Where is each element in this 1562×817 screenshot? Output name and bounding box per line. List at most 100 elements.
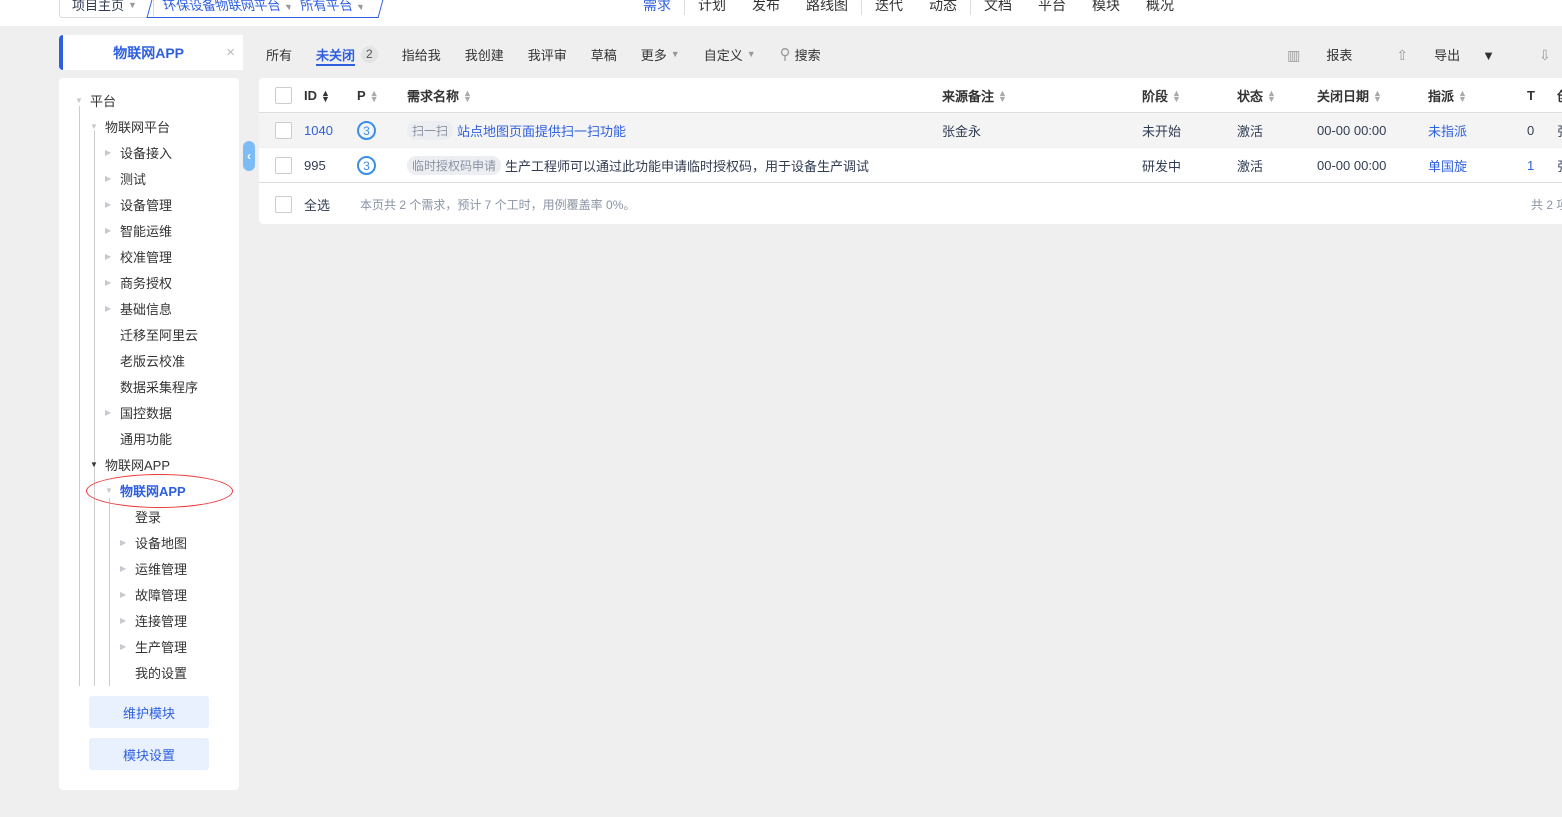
caret-right-icon[interactable]: ▶	[120, 538, 130, 547]
nav-platform[interactable]: 平台	[1025, 0, 1079, 15]
nav-release[interactable]: 发布	[739, 0, 793, 15]
module-tab[interactable]: 物联网APP ×	[59, 35, 243, 70]
tab-review[interactable]: 我评审	[528, 40, 567, 68]
tab-more[interactable]: 更多 ▼	[641, 40, 680, 68]
tree-node[interactable]: ▶ 国控数据	[105, 400, 172, 424]
select-all-checkbox[interactable]	[275, 87, 292, 104]
caret-right-icon[interactable]: ▶	[105, 252, 115, 261]
tree-node[interactable]: ▼ 物联网平台	[90, 114, 170, 138]
tab-draft[interactable]: 草稿	[591, 40, 617, 68]
import-button[interactable]: ⇩导入	[1517, 45, 1562, 64]
report-button[interactable]: ▥ 报表	[1265, 45, 1352, 64]
caret-right-icon[interactable]: ▶	[105, 148, 115, 157]
tab-unclosed[interactable]: 未关闭 2	[316, 40, 378, 68]
nav-overview[interactable]: 概况	[1133, 0, 1187, 15]
tree-node[interactable]: ▶ 生产管理	[120, 634, 187, 658]
tree-node-label: 智能运维	[120, 223, 173, 239]
caret-down-icon[interactable]: ▼	[75, 96, 85, 105]
nav-roadmap[interactable]: 路线图	[793, 0, 861, 15]
toolbar: ▥ 报表 ⇧ 导出 ▼ ⇩导入	[1243, 40, 1562, 68]
col-id[interactable]: ID ▲ ▼	[304, 78, 330, 113]
caret-right-icon[interactable]: ▶	[120, 616, 130, 625]
caret-right-icon[interactable]: ▶	[105, 408, 115, 417]
col-close-date[interactable]: 关闭日期 ▲ ▼	[1317, 78, 1382, 113]
module-tag: 扫一扫	[407, 121, 454, 140]
tree-node[interactable]: 通用功能	[105, 426, 172, 450]
col-status[interactable]: 状态 ▲ ▼	[1237, 78, 1276, 113]
caret-right-icon[interactable]: ▶	[120, 564, 130, 573]
story-id[interactable]: 1040	[304, 113, 333, 148]
tree-node-label: 运维管理	[135, 561, 188, 577]
platform-selector[interactable]: 所有平台	[298, 0, 355, 14]
nav-iteration[interactable]: 迭代	[862, 0, 916, 15]
assignee-link[interactable]: 未指派	[1428, 113, 1467, 148]
caret-right-icon[interactable]: ▶	[120, 642, 130, 651]
tab-assigned[interactable]: 指给我	[402, 40, 441, 68]
col-assign[interactable]: 指派 ▲ ▼	[1428, 78, 1467, 113]
nav-story[interactable]: 需求	[630, 0, 684, 15]
tree-node[interactable]: ▼ 物联网APP	[90, 452, 170, 476]
product-selector[interactable]: 环保设备物联网平台	[161, 0, 283, 14]
breadcrumb-home[interactable]: 项目主页 ▼	[59, 0, 154, 18]
close-icon[interactable]: ×	[226, 44, 235, 61]
tree-node[interactable]: 我的设置	[120, 660, 187, 684]
story-title-link[interactable]: 生产工程师可以通过此功能申请临时授权码，用于设备生产调试	[505, 156, 869, 175]
row-checkbox[interactable]	[275, 157, 292, 174]
tree-node[interactable]: 数据采集程序	[105, 374, 198, 398]
tab-created[interactable]: 我创建	[465, 40, 504, 68]
nav-doc[interactable]: 文档	[971, 0, 1025, 15]
caret-right-icon[interactable]: ▶	[105, 226, 115, 235]
page-summary: 本页共 2 个需求，预计 7 个工时，用例覆盖率 0%。	[360, 197, 636, 212]
tree-node[interactable]: ▶ 运维管理	[120, 556, 187, 580]
col-name[interactable]: 需求名称 ▲ ▼	[407, 78, 472, 113]
tree-node[interactable]: ▶ 连接管理	[120, 608, 187, 632]
col-stage[interactable]: 阶段 ▲ ▼	[1142, 78, 1181, 113]
tree-node[interactable]: ▼ 平台	[75, 88, 116, 112]
tree-node[interactable]: ▶ 设备地图	[120, 530, 187, 554]
col-t[interactable]: T	[1527, 78, 1535, 113]
tab-all[interactable]: 所有	[266, 40, 292, 68]
tree-node[interactable]: 迁移至阿里云	[105, 322, 198, 346]
story-title-link[interactable]: 站点地图页面提供扫一扫功能	[457, 121, 626, 140]
select-all-label[interactable]: 全选	[304, 184, 330, 224]
nav-dynamic[interactable]: 动态	[916, 0, 970, 15]
collapse-sidebar-icon[interactable]: ‹	[243, 141, 255, 171]
col-creator[interactable]: 创	[1557, 78, 1562, 113]
caret-right-icon[interactable]: ▶	[105, 304, 115, 313]
tree-node[interactable]: ▶ 设备管理	[105, 192, 172, 216]
col-p[interactable]: P ▲ ▼	[357, 78, 379, 113]
nav-module[interactable]: 模块	[1079, 0, 1133, 15]
story-id[interactable]: 995	[304, 148, 326, 183]
caret-right-icon[interactable]: ▶	[105, 200, 115, 209]
caret-right-icon[interactable]: ▶	[105, 174, 115, 183]
tree-node[interactable]: ▶ 校准管理	[105, 244, 172, 268]
export-button[interactable]: ⇧ 导出 ▼	[1374, 45, 1495, 64]
caret-down-icon[interactable]: ▼	[90, 122, 100, 131]
sort-icon: ▲ ▼	[369, 87, 379, 104]
table-row[interactable]: 1040 3 扫一扫 站点地图页面提供扫一扫功能 张金永 未开始 激活 00-00…	[259, 113, 1562, 148]
tree-node[interactable]: ▶ 故障管理	[120, 582, 187, 606]
search-button[interactable]: ⚲ 搜索	[780, 40, 821, 68]
annotation-circle	[86, 474, 233, 508]
tab-custom[interactable]: 自定义 ▼	[704, 40, 756, 68]
table-row[interactable]: 995 3 临时授权码申请 生产工程师可以通过此功能申请临时授权码，用于设备生产调…	[259, 148, 1562, 183]
task-count[interactable]: 1	[1527, 148, 1534, 183]
col-source[interactable]: 来源备注 ▲ ▼	[942, 78, 1007, 113]
tree-node[interactable]: ▶ 商务授权	[105, 270, 172, 294]
maintain-module-button[interactable]: 维护模块	[89, 696, 209, 728]
assignee-link[interactable]: 单国旋	[1428, 148, 1467, 183]
caret-down-icon[interactable]: ▼	[90, 460, 100, 469]
tree-node[interactable]: ▶ 基础信息	[105, 296, 172, 320]
module-settings-button[interactable]: 模块设置	[89, 738, 209, 770]
nav-plan[interactable]: 计划	[685, 0, 739, 15]
breadcrumb-product[interactable]: 环保设备物联网平台▼ 所有平台▼	[146, 0, 386, 18]
tree-node[interactable]: ▶ 智能运维	[105, 218, 172, 242]
tree-node[interactable]: ▶ 测试	[105, 166, 146, 190]
caret-right-icon[interactable]: ▶	[105, 278, 115, 287]
tree-node[interactable]: 老版云校准	[105, 348, 185, 372]
tree-node-label: 商务授权	[120, 275, 173, 291]
row-checkbox[interactable]	[275, 122, 292, 139]
tree-node[interactable]: ▶ 设备接入	[105, 140, 172, 164]
caret-right-icon[interactable]: ▶	[120, 590, 130, 599]
select-all-checkbox[interactable]	[275, 195, 292, 213]
